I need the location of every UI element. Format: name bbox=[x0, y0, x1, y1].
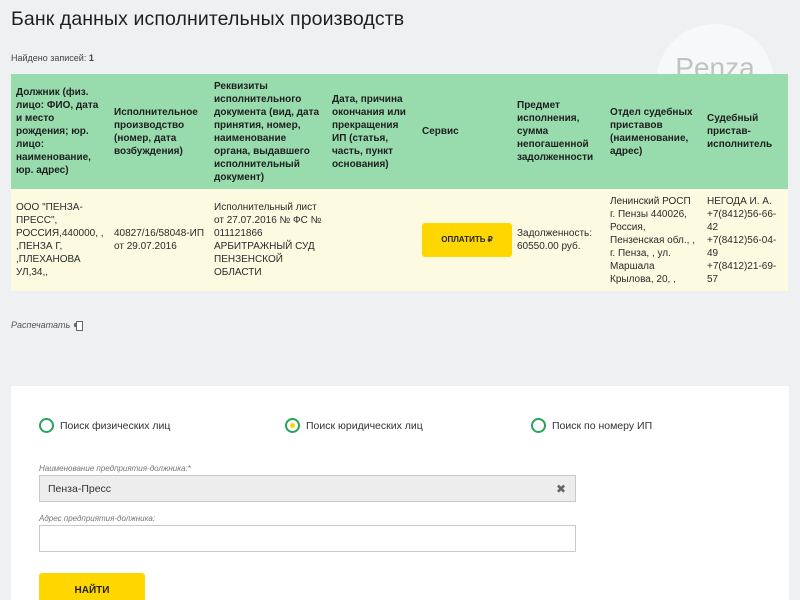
cell-subject: Задолженность: 60550.00 руб. bbox=[517, 228, 593, 252]
col-header-proceeding: Исполнительное производство (номер, дата… bbox=[114, 106, 198, 157]
company-address-label: Адрес предприятия-должника: bbox=[39, 514, 156, 523]
cell-document: Исполнительный лист от 27.07.2016 № ФС №… bbox=[214, 202, 322, 278]
col-header-end-date: Дата, причина окончания или прекращения … bbox=[332, 93, 406, 170]
cell-service: ОПЛАТИТЬ ₽ bbox=[417, 189, 512, 291]
print-label: Распечатать bbox=[11, 320, 71, 330]
radio-legal-entities[interactable]: Поиск юридических лиц bbox=[285, 418, 423, 433]
radio-circle bbox=[39, 418, 54, 433]
printer-icon bbox=[74, 321, 84, 331]
col-header-department: Отдел судебных приставов (наименование, … bbox=[610, 106, 693, 157]
col-header-subject: Предмет исполнения, сумма непогашенной з… bbox=[517, 100, 594, 163]
print-link[interactable]: Распечатать bbox=[11, 320, 84, 331]
pay-button[interactable]: ОПЛАТИТЬ ₽ bbox=[422, 223, 512, 257]
radio-label: Поиск по номеру ИП bbox=[552, 419, 653, 432]
company-address-input[interactable] bbox=[39, 525, 576, 552]
cell-proceeding: 40827/16/58048-ИП от 29.07.2016 bbox=[114, 228, 204, 252]
radio-proceeding-number[interactable]: Поиск по номеру ИП bbox=[531, 418, 652, 433]
radio-individuals[interactable]: Поиск физических лиц bbox=[39, 418, 170, 433]
company-name-value: Пенза-Пресс bbox=[48, 482, 112, 495]
bailiff-phone: +7(8412)21-69-57 bbox=[707, 260, 777, 285]
find-button[interactable]: НАЙТИ bbox=[39, 573, 145, 600]
cell-bailiff: НЕГОДА И. А. +7(8412)56-66-42 +7(8412)56… bbox=[702, 189, 788, 291]
radio-label: Поиск физических лиц bbox=[60, 419, 171, 432]
search-panel: Поиск физических лиц Поиск юридических л… bbox=[11, 386, 789, 600]
cell-department: Ленинский РОСП г. Пензы 440026, Россия, … bbox=[610, 195, 695, 285]
col-header-document: Реквизиты исполнительного документа (вид… bbox=[214, 80, 320, 183]
bailiff-phone: +7(8412)56-66-42 bbox=[707, 208, 777, 233]
radio-circle bbox=[531, 418, 546, 433]
col-header-bailiff: Судебный пристав-исполнитель bbox=[707, 113, 773, 150]
bailiff-name: НЕГОДА И. А. bbox=[707, 195, 772, 207]
col-header-debtor: Должник (физ. лицо: ФИО, дата и место ро… bbox=[16, 87, 99, 176]
radio-circle-checked bbox=[285, 418, 300, 433]
table-header-row: Должник (физ. лицо: ФИО, дата и место ро… bbox=[11, 74, 788, 189]
results-table: Должник (физ. лицо: ФИО, дата и место ро… bbox=[11, 74, 788, 291]
found-count: 1 bbox=[88, 53, 94, 63]
clear-icon[interactable]: ✖ bbox=[556, 482, 566, 496]
bailiff-phone: +7(8412)56-04-49 bbox=[707, 234, 777, 259]
cell-debtor: ООО "ПЕНЗА-ПРЕСС", РОССИЯ,440000, , ,ПЕН… bbox=[16, 202, 104, 278]
found-label: Найдено записей: bbox=[11, 53, 87, 63]
radio-label: Поиск юридических лиц bbox=[306, 419, 423, 432]
found-records: Найдено записей: 1 bbox=[11, 53, 94, 63]
col-header-service: Сервис bbox=[422, 126, 459, 137]
cell-end-date bbox=[327, 189, 417, 291]
company-name-input[interactable]: Пенза-Пресс ✖ bbox=[39, 475, 576, 502]
company-name-label: Наименование предприятия-должника:* bbox=[39, 464, 191, 473]
page-title: Банк данных исполнительных производств bbox=[11, 8, 405, 30]
table-row: ООО "ПЕНЗА-ПРЕСС", РОССИЯ,440000, , ,ПЕН… bbox=[11, 189, 788, 291]
